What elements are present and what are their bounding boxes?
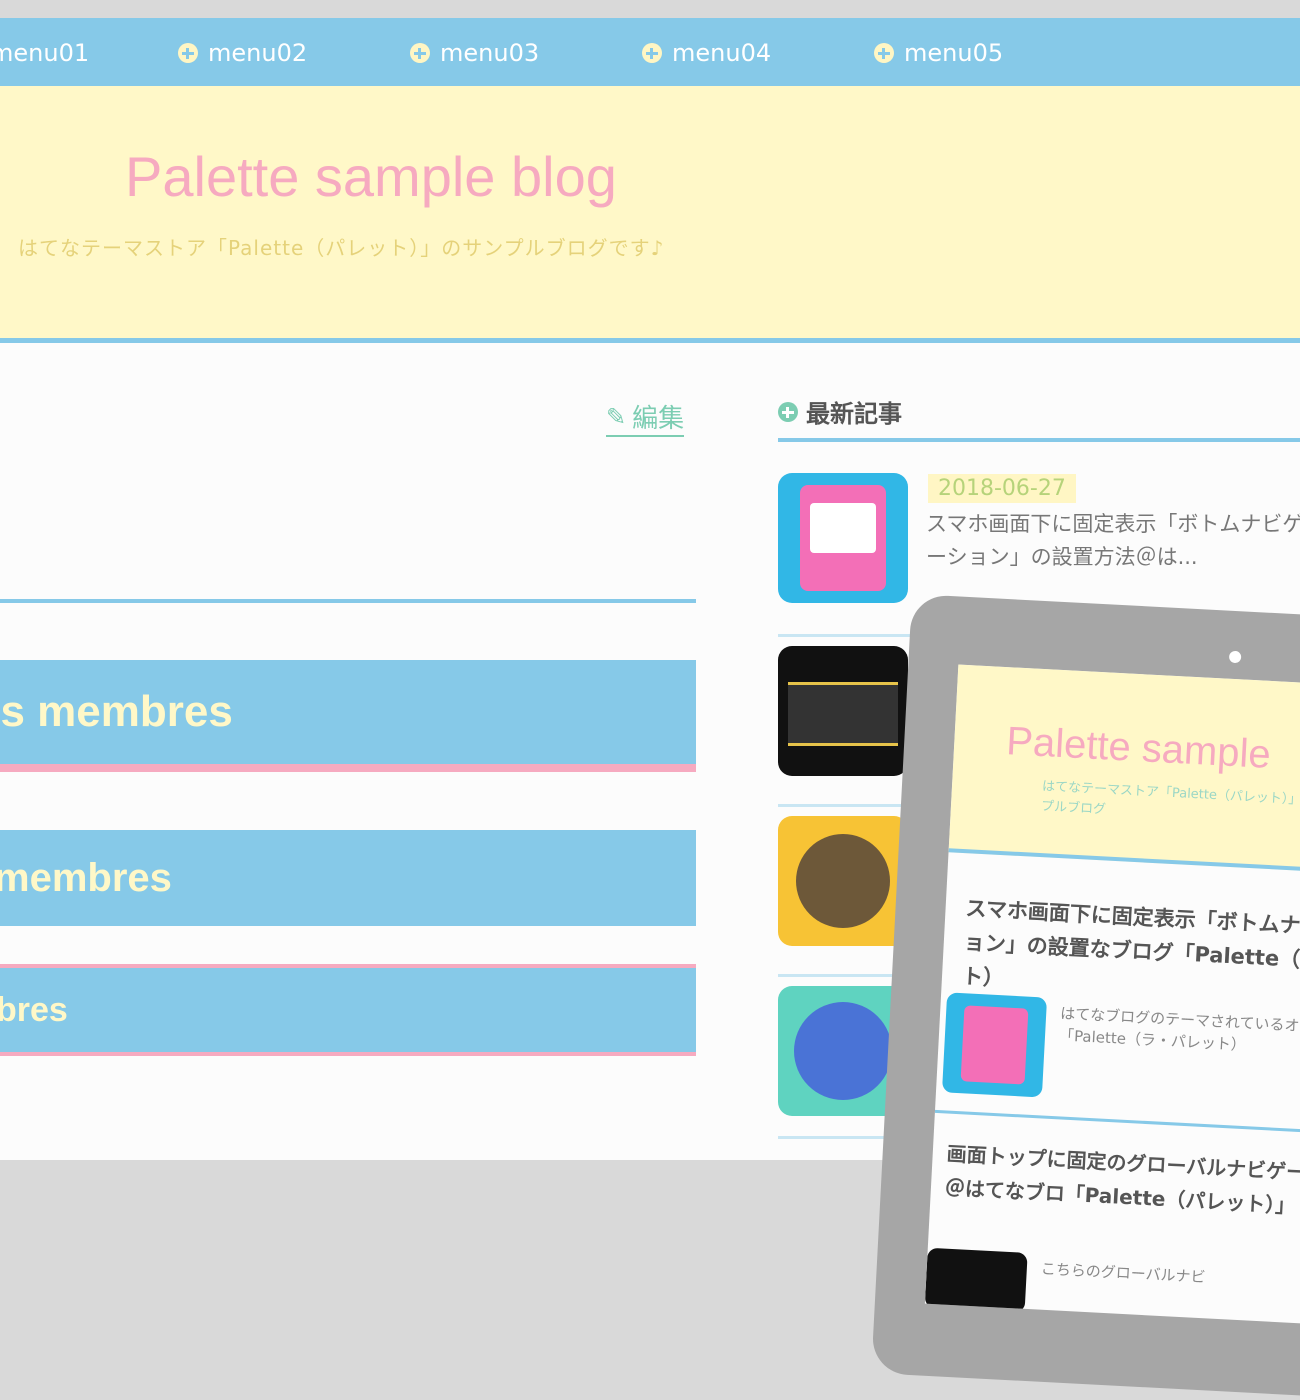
thumbnail-graphic (800, 485, 886, 591)
sidebar-module-title: 最新記事 (778, 394, 902, 429)
pencil-icon: ✎ (606, 402, 627, 431)
plus-circle-icon (178, 43, 198, 63)
edit-link[interactable]: ✎ 編集 (606, 398, 685, 437)
tablet-article-thumbnail (941, 992, 1048, 1098)
sidebar-title-text: 最新記事 (806, 400, 902, 428)
heading-text: membres (0, 855, 172, 900)
heading-level-1: es membres (0, 660, 696, 772)
tablet-article-excerpt: はてなブログのテーマされているオリジナル「Palette（ラ・パレット） (1058, 1004, 1300, 1055)
nav-item-menu05[interactable]: menu05 (874, 38, 1003, 68)
entry-thumbnail[interactable] (778, 816, 908, 946)
nav-item-label: menu02 (208, 39, 308, 67)
entry-thumbnail[interactable] (778, 646, 908, 776)
nav-item-menu04[interactable]: menu04 (642, 38, 771, 68)
global-navigation: menu01 menu02 menu03 menu04 menu05 (0, 18, 1300, 86)
heading-level-2: membres (0, 830, 696, 926)
heading-text: bres (0, 990, 68, 1029)
plus-circle-icon (642, 43, 662, 63)
plus-circle-icon (410, 43, 430, 63)
heading-text: es membres (0, 687, 233, 736)
tablet-screen: Palette sample はてなテーマストア「Palette（パレット）」の… (924, 664, 1300, 1328)
plus-circle-icon (778, 401, 798, 422)
entry-title-link[interactable]: スマホ画面下に固定表示「ボトムナビゲーション」の設置方法＠は... (926, 508, 1300, 574)
thumbnail-graphic (794, 1002, 892, 1100)
tablet-blog-title: Palette sample (1005, 719, 1272, 777)
content-divider (0, 599, 696, 603)
tablet-mockup: Palette sample はてなテーマストア「Palette（パレット）」の… (871, 594, 1300, 1400)
entry-thumbnail[interactable] (778, 473, 908, 603)
tablet-article-thumbnail (924, 1247, 1028, 1313)
nav-item-label: menu03 (440, 39, 540, 67)
tablet-separator (934, 1109, 1300, 1137)
entry-date: 2018-06-27 (928, 474, 1076, 503)
tablet-article-title: 画面トップに固定のグローバルナビゲーション＠はてなブロ「Palette（パレット… (944, 1141, 1300, 1218)
nav-item-menu01[interactable]: menu01 (0, 38, 89, 68)
tablet-article-excerpt: こちらのグローバルナビ (1040, 1259, 1206, 1287)
blog-header: Palette sample blog はてなテーマストア「Palette（パレ… (0, 86, 1300, 343)
nav-item-label: menu05 (904, 39, 1004, 67)
sidebar-title-underline (778, 438, 1300, 442)
nav-item-label: menu04 (672, 39, 772, 67)
camera-icon (1228, 650, 1242, 664)
nav-item-menu02[interactable]: menu02 (178, 38, 307, 68)
nav-item-label: menu01 (0, 39, 90, 67)
nav-item-menu03[interactable]: menu03 (410, 38, 539, 68)
tablet-blog-description: はてなテーマストア「Palette（パレット）」のサンプルブログ (1040, 779, 1300, 818)
heading-level-3: bres (0, 964, 696, 1056)
plus-circle-icon (874, 43, 894, 63)
thumbnail-graphic (796, 834, 890, 928)
blog-description: はてなテーマストア「Palette（パレット）」のサンプルブログです♪ (18, 236, 665, 260)
tablet-blog-header: Palette sample はてなテーマストア「Palette（パレット）」の… (948, 664, 1300, 877)
blog-title[interactable]: Palette sample blog (125, 144, 617, 209)
thumbnail-graphic (788, 682, 898, 746)
edit-label: 編集 (632, 404, 685, 434)
